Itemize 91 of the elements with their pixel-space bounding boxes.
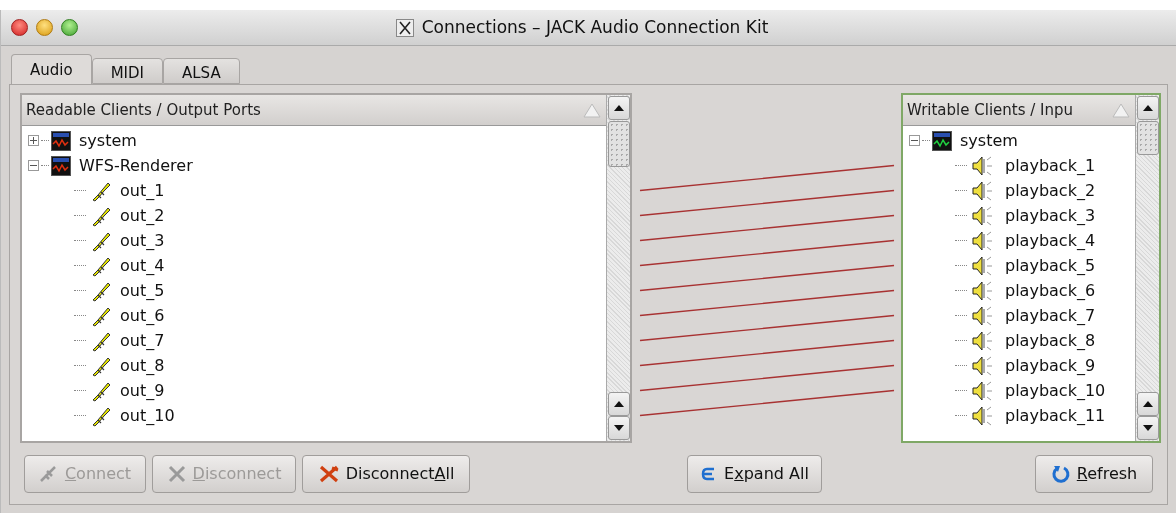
client-icon [51,130,71,151]
port-row[interactable]: playback_11 [903,403,1135,428]
port-row[interactable]: playback_10 [903,378,1135,403]
window-title: Connections – JACK Audio Connection Kit [421,15,769,39]
port-name: out_8 [120,354,165,377]
port-row[interactable]: out_7 [22,328,606,353]
port-name: out_6 [120,304,165,327]
up-arrow-icon [1142,105,1153,111]
port-name: out_4 [120,254,165,277]
client-row[interactable]: WFS-Renderer [22,153,606,178]
port-row[interactable]: out_2 [22,203,606,228]
tab[interactable]: MIDI [91,58,163,84]
port-name: out_3 [120,229,165,252]
scroll-up-button[interactable] [607,96,630,120]
port-name: out_9 [120,379,165,402]
port-row[interactable]: playback_2 [903,178,1135,203]
sort-icon [582,102,602,118]
scrollbar[interactable] [606,95,630,441]
port-row[interactable]: playback_7 [903,303,1135,328]
port-row[interactable]: out_8 [22,353,606,378]
port-row[interactable]: out_4 [22,253,606,278]
expand-button[interactable]: Expand All [687,454,822,493]
port-row[interactable]: out_3 [22,228,606,253]
sort-icon [1111,102,1131,118]
port-name: playback_10 [1005,379,1106,402]
client-icon [932,130,952,151]
port-row[interactable]: playback_4 [903,228,1135,253]
port-row[interactable]: playback_8 [903,328,1135,353]
column-header[interactable]: Readable Clients / Output Ports [22,95,606,126]
scroll-up-button[interactable] [1136,392,1159,416]
cross-icon [317,464,340,483]
client-name: system [960,129,1018,152]
collapse-toggle[interactable] [909,135,920,146]
port-name: playback_5 [1005,254,1096,277]
port-name: playback_4 [1005,229,1096,252]
minimize-button[interactable] [36,19,53,36]
close-button[interactable] [11,19,28,36]
port-name: playback_3 [1005,204,1096,227]
up-arrow-icon [1142,401,1153,407]
down-arrow-icon [1142,425,1153,431]
cross-icon [166,464,187,483]
port-row[interactable]: playback_9 [903,353,1135,378]
port-name: playback_9 [1005,354,1096,377]
port-row[interactable]: out_5 [22,278,606,303]
up-arrow-icon [613,105,624,111]
port-name: playback_1 [1005,154,1096,177]
scroll-down-button[interactable] [607,416,630,440]
port-row[interactable]: playback_6 [903,278,1135,303]
collapse-toggle[interactable] [28,160,39,171]
port-row[interactable]: out_10 [22,403,606,428]
port-name: playback_8 [1005,329,1096,352]
down-arrow-icon [613,425,624,431]
port-name: playback_6 [1005,279,1096,302]
tab[interactable]: Audio [11,54,92,84]
x-logo-icon [395,18,414,37]
refresh-button[interactable]: Refresh [1035,454,1153,493]
port-row[interactable]: playback_1 [903,153,1135,178]
scroll-thumb[interactable] [1136,121,1159,155]
plug-icon [38,464,59,483]
port-row[interactable]: playback_3 [903,203,1135,228]
header-label: Writable Clients / Inpu [907,99,1075,121]
port-name: playback_7 [1005,304,1096,327]
port-name: out_10 [120,404,175,427]
header-label: Readable Clients / Output Ports [26,99,262,121]
port-row[interactable]: out_1 [22,178,606,203]
port-name: playback_2 [1005,179,1096,202]
client-row[interactable]: system [903,128,1135,153]
up-arrow-icon [613,401,624,407]
client-name: system [79,129,137,152]
scroll-thumb[interactable] [607,121,630,167]
client-name: WFS-Renderer [79,154,193,177]
port-name: playback_11 [1005,404,1106,427]
port-name: out_1 [120,179,165,202]
port-name: out_2 [120,204,165,227]
maximize-button[interactable] [61,19,78,36]
expand-toggle[interactable] [28,135,39,146]
port-name: out_7 [120,329,165,352]
disconnect-all-button[interactable]: DisconnectAll [302,454,470,493]
refresh-icon [1050,463,1071,484]
column-header[interactable]: Writable Clients / Inpu [903,95,1135,126]
port-row[interactable]: playback_5 [903,253,1135,278]
port-row[interactable]: out_9 [22,378,606,403]
scroll-up-button[interactable] [1136,96,1159,120]
client-row[interactable]: system [22,128,606,153]
scroll-up-button[interactable] [607,392,630,416]
port-row[interactable]: out_6 [22,303,606,328]
client-icon [51,155,71,176]
scrollbar[interactable] [1135,95,1159,441]
port-name: out_5 [120,279,165,302]
tab[interactable]: ALSA [163,58,240,84]
scroll-down-button[interactable] [1136,416,1159,440]
